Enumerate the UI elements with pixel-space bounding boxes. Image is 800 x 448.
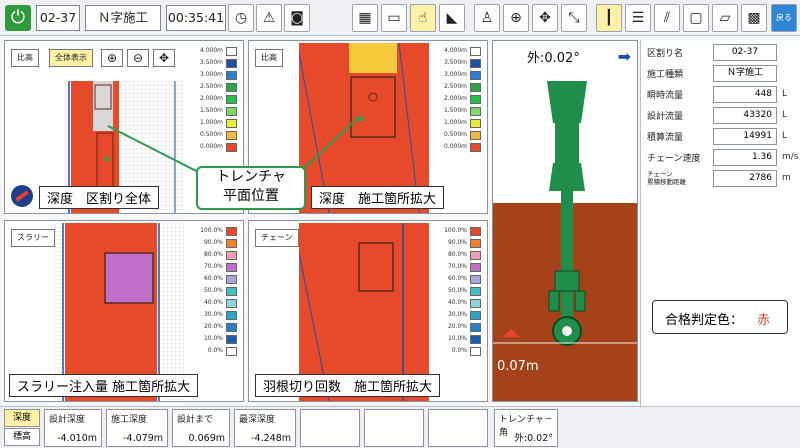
info-label: チェーン 累積移動距離 xyxy=(647,170,686,186)
to-design-value: 0.069m xyxy=(188,433,225,444)
deepest-label: 最深深度 xyxy=(239,415,276,425)
bottom-status: 深度 標高 設計深度 -4.010m 施工深度 -4.079m 設計まで 0.0… xyxy=(0,406,800,448)
info-value: Ｎ字施工 xyxy=(713,65,777,82)
info-value: 448 xyxy=(713,86,777,103)
info-label: 区割り名 xyxy=(647,49,684,59)
callout-line1: トレンチャ xyxy=(216,169,286,185)
deepest-value: -4.248m xyxy=(251,433,291,444)
info-row: 区割り名 02-37 xyxy=(647,44,797,62)
info-unit: L xyxy=(782,131,788,141)
info-label: 積算流量 xyxy=(647,133,684,143)
empty-box-3 xyxy=(428,409,488,447)
tab-elevation[interactable]: 標高 xyxy=(4,428,40,446)
trencher-angle-value: 外:0.02° xyxy=(514,433,553,444)
info-row: 設計流量 43320 L xyxy=(647,107,797,125)
info-label: 設計流量 xyxy=(647,112,684,122)
work-depth-value: -4.079m xyxy=(123,433,163,444)
info-value: 02-37 xyxy=(713,44,777,61)
info-panel: 区割り名 02-37 施工種類 Ｎ字施工瞬時流量 448 L 設計流量 43320 L 積算流量 1… xyxy=(640,40,800,406)
to-design-label: 設計まで xyxy=(177,415,214,425)
trencher-position-callout: トレンチャ 平面位置 xyxy=(196,166,306,210)
work-depth-box: 施工深度 -4.079m xyxy=(106,409,168,447)
info-row: 施工種類 Ｎ字施工 xyxy=(647,65,797,83)
app-root: ⏻ 02-37 Ｎ字施工 00:35:41 ◷ ⚠ ◙ ▦ ▭ ☝ ◣ ♙ ⊕ … xyxy=(0,0,800,448)
info-value: 14991 xyxy=(713,128,777,145)
pass-label: 合格判定色： xyxy=(665,313,744,328)
empty-box-2 xyxy=(364,409,424,447)
design-depth-value: -4.010m xyxy=(57,433,97,444)
info-row: チェーン 累積移動距離 2786 m xyxy=(647,170,797,188)
pass-color-name: 赤 xyxy=(757,313,771,328)
info-unit: m xyxy=(782,173,791,183)
info-row: チェーン速度 1.36 m/s xyxy=(647,149,799,167)
trencher-angle-box: トレンチャ－角 外:0.02° xyxy=(494,409,558,447)
trencher-diagram xyxy=(493,81,637,346)
info-row: 瞬時流量 448 L xyxy=(647,86,797,104)
callout-line2: 平面位置 xyxy=(223,188,279,204)
info-label: チェーン速度 xyxy=(647,154,701,164)
info-unit: m/s xyxy=(782,152,799,162)
info-value: 1.36 xyxy=(713,149,777,166)
info-value: 2786 xyxy=(713,170,777,187)
design-depth-box: 設計深度 -4.010m xyxy=(44,409,102,447)
info-row: 積算流量 14991 L xyxy=(647,128,797,146)
deepest-depth-box: 最深深度 -4.248m xyxy=(234,409,296,447)
trencher-view: 外:0.02° ➡ 0.07m xyxy=(492,40,638,402)
work-depth-label: 施工深度 xyxy=(111,415,148,425)
pass-color-box: 合格判定色： 赤 xyxy=(652,300,788,334)
to-design-box: 設計まで 0.069m xyxy=(172,409,230,447)
info-unit: L xyxy=(782,110,788,120)
design-depth-label: 設計深度 xyxy=(49,415,86,425)
depth-readout: 0.07m xyxy=(497,359,539,374)
tab-depth[interactable]: 深度 xyxy=(4,409,40,427)
info-value: 43320 xyxy=(713,107,777,124)
info-label: 施工種類 xyxy=(647,70,684,80)
empty-box-1 xyxy=(300,409,360,447)
info-unit: L xyxy=(782,89,788,99)
info-label: 瞬時流量 xyxy=(647,91,684,101)
